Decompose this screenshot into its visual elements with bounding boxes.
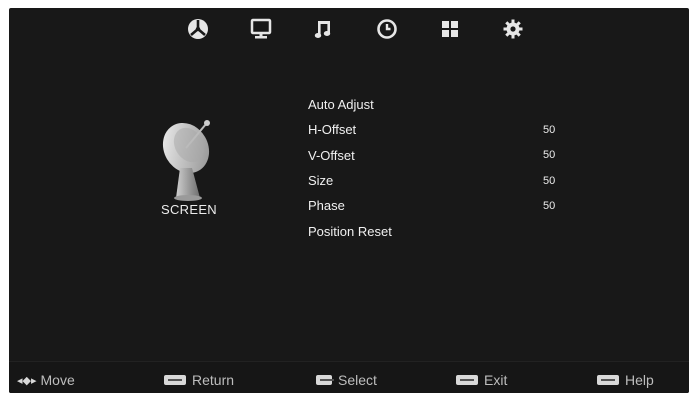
menu-item-label: Phase	[308, 198, 345, 214]
menu-item-label: Size	[308, 173, 334, 189]
menu-item-auto-adjust[interactable]: Auto Adjust	[308, 92, 568, 117]
device-panel: SCREEN	[134, 116, 244, 226]
hint-select-label: Select	[338, 372, 377, 388]
channel-icon[interactable]	[181, 14, 215, 44]
tv-osd-screen: SCREEN Auto Adjust H-Offset 50 V-Offset …	[9, 8, 689, 393]
setup-icon[interactable]	[496, 14, 530, 44]
key-hint-bar: ◂◆▸ Move Return Select Exit Help	[9, 361, 689, 393]
menu-key-icon	[164, 375, 186, 385]
navigation-arrows-icon: ◂◆▸	[17, 374, 37, 387]
menu-item-label: H-Offset	[308, 122, 357, 138]
menu-item-v-offset[interactable]: V-Offset 50	[308, 143, 568, 168]
menu-item-h-offset[interactable]: H-Offset 50	[308, 117, 568, 142]
menu-item-label: Auto Adjust	[308, 97, 374, 113]
hint-help: Help	[597, 372, 654, 388]
lock-icon[interactable]	[433, 14, 467, 44]
menu-item-label: Position Reset	[308, 223, 392, 239]
menu-item-position-reset[interactable]: Position Reset	[308, 218, 568, 243]
satellite-dish-icon	[162, 120, 210, 201]
top-menu-bar	[181, 14, 530, 44]
screen-menu: Auto Adjust H-Offset 50 V-Offset 50 Size…	[308, 92, 568, 244]
hint-help-label: Help	[625, 372, 654, 388]
exit-key-icon	[456, 375, 478, 385]
hint-move-label: Move	[40, 372, 75, 388]
sound-icon[interactable]	[307, 14, 341, 44]
menu-item-size[interactable]: Size 50	[308, 168, 568, 193]
hint-move: ◂◆▸ Move	[17, 372, 75, 388]
hint-exit-label: Exit	[484, 372, 508, 388]
time-icon[interactable]	[370, 14, 404, 44]
hint-exit: Exit	[456, 372, 507, 388]
menu-item-value: 50	[543, 199, 556, 212]
picture-icon[interactable]	[244, 14, 278, 44]
hint-return-label: Return	[192, 372, 235, 388]
menu-item-value: 50	[543, 123, 556, 136]
menu-item-value: 50	[543, 174, 556, 187]
info-key-icon	[597, 375, 619, 385]
menu-item-phase[interactable]: Phase 50	[308, 193, 568, 218]
menu-item-label: V-Offset	[308, 147, 355, 163]
device-label: SCREEN	[161, 202, 217, 217]
hint-return: Return	[164, 372, 234, 388]
menu-item-value: 50	[543, 149, 556, 162]
ok-key-icon	[316, 375, 334, 385]
hint-select: Select	[316, 372, 377, 388]
